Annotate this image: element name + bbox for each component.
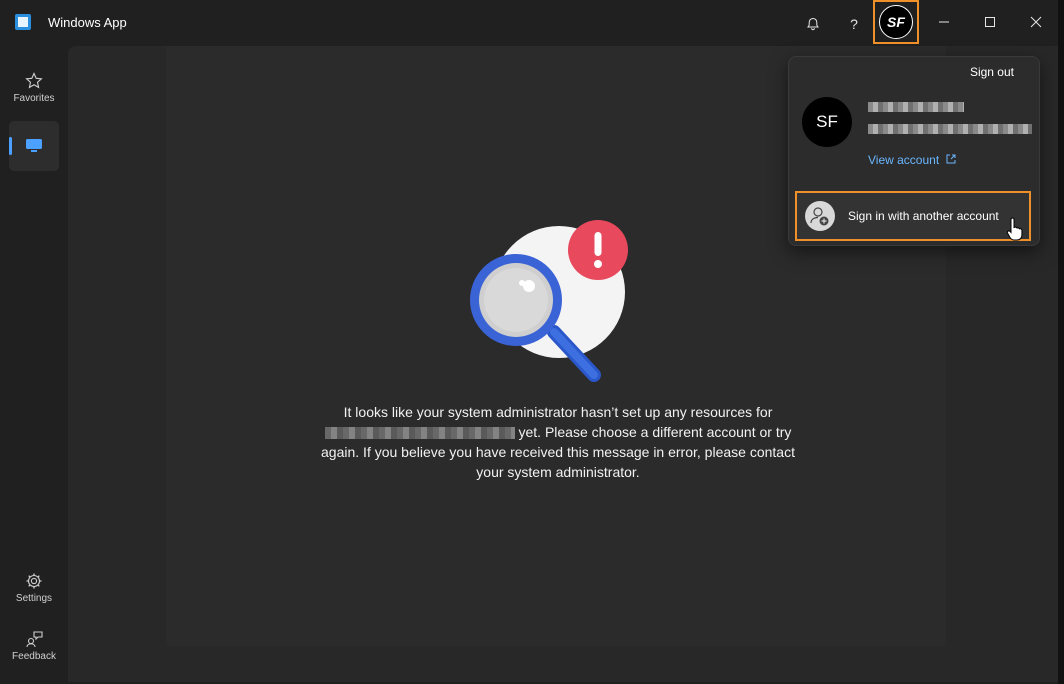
bell-icon[interactable]	[801, 12, 825, 36]
active-indicator	[9, 137, 12, 155]
help-glyph: ?	[850, 16, 858, 32]
redacted-email	[868, 124, 1032, 134]
redacted-email	[324, 427, 515, 440]
windows-app-logo-icon	[15, 14, 31, 30]
star-icon	[25, 72, 43, 89]
hand-cursor-icon	[1006, 217, 1023, 241]
sidebar-item-label: Favorites	[13, 93, 55, 104]
sidebar-item-favorites[interactable]: Favorites	[4, 72, 64, 104]
flyout-avatar: SF	[802, 97, 852, 147]
title-bar: Windows App ? SF	[0, 0, 1060, 46]
minimize-icon[interactable]	[924, 8, 964, 36]
redacted-name	[868, 102, 964, 112]
message-text-part1: It looks like your system administrator …	[343, 404, 773, 420]
sidebar-item-label: Feedback	[12, 651, 56, 662]
sidebar-item-label: Settings	[15, 593, 53, 604]
avatar: SF	[879, 5, 913, 39]
sidebar-item-settings[interactable]: Settings	[4, 572, 64, 604]
sidebar-item-devices[interactable]	[9, 121, 59, 171]
maximize-icon[interactable]	[970, 8, 1010, 36]
view-account-label: View account	[868, 153, 940, 167]
app-title: Windows App	[48, 15, 127, 30]
view-account-link[interactable]: View account	[868, 153, 956, 167]
external-link-icon	[946, 154, 955, 164]
account-flyout: Sign out SF View account Sign in with an…	[788, 56, 1040, 246]
sidebar-item-feedback[interactable]: Feedback	[4, 630, 64, 662]
gear-icon	[26, 573, 42, 589]
app-window: Windows App ? SF Favorites Settings Feed…	[0, 0, 1060, 684]
help-icon[interactable]: ?	[842, 12, 866, 36]
search-error-illustration-icon	[470, 220, 628, 382]
sign-in-another-label: Sign in with another account	[848, 209, 999, 223]
sign-in-another-account-button[interactable]: Sign in with another account	[795, 191, 1031, 241]
no-resources-message: It looks like your system administrator …	[318, 402, 798, 482]
sign-out-link[interactable]: Sign out	[970, 65, 1014, 79]
add-account-icon	[805, 201, 835, 231]
account-avatar-button[interactable]: SF	[873, 0, 919, 44]
monitor-icon	[26, 139, 42, 152]
window-edge	[1058, 0, 1064, 684]
close-icon[interactable]	[1016, 8, 1056, 36]
feedback-icon	[26, 631, 43, 648]
